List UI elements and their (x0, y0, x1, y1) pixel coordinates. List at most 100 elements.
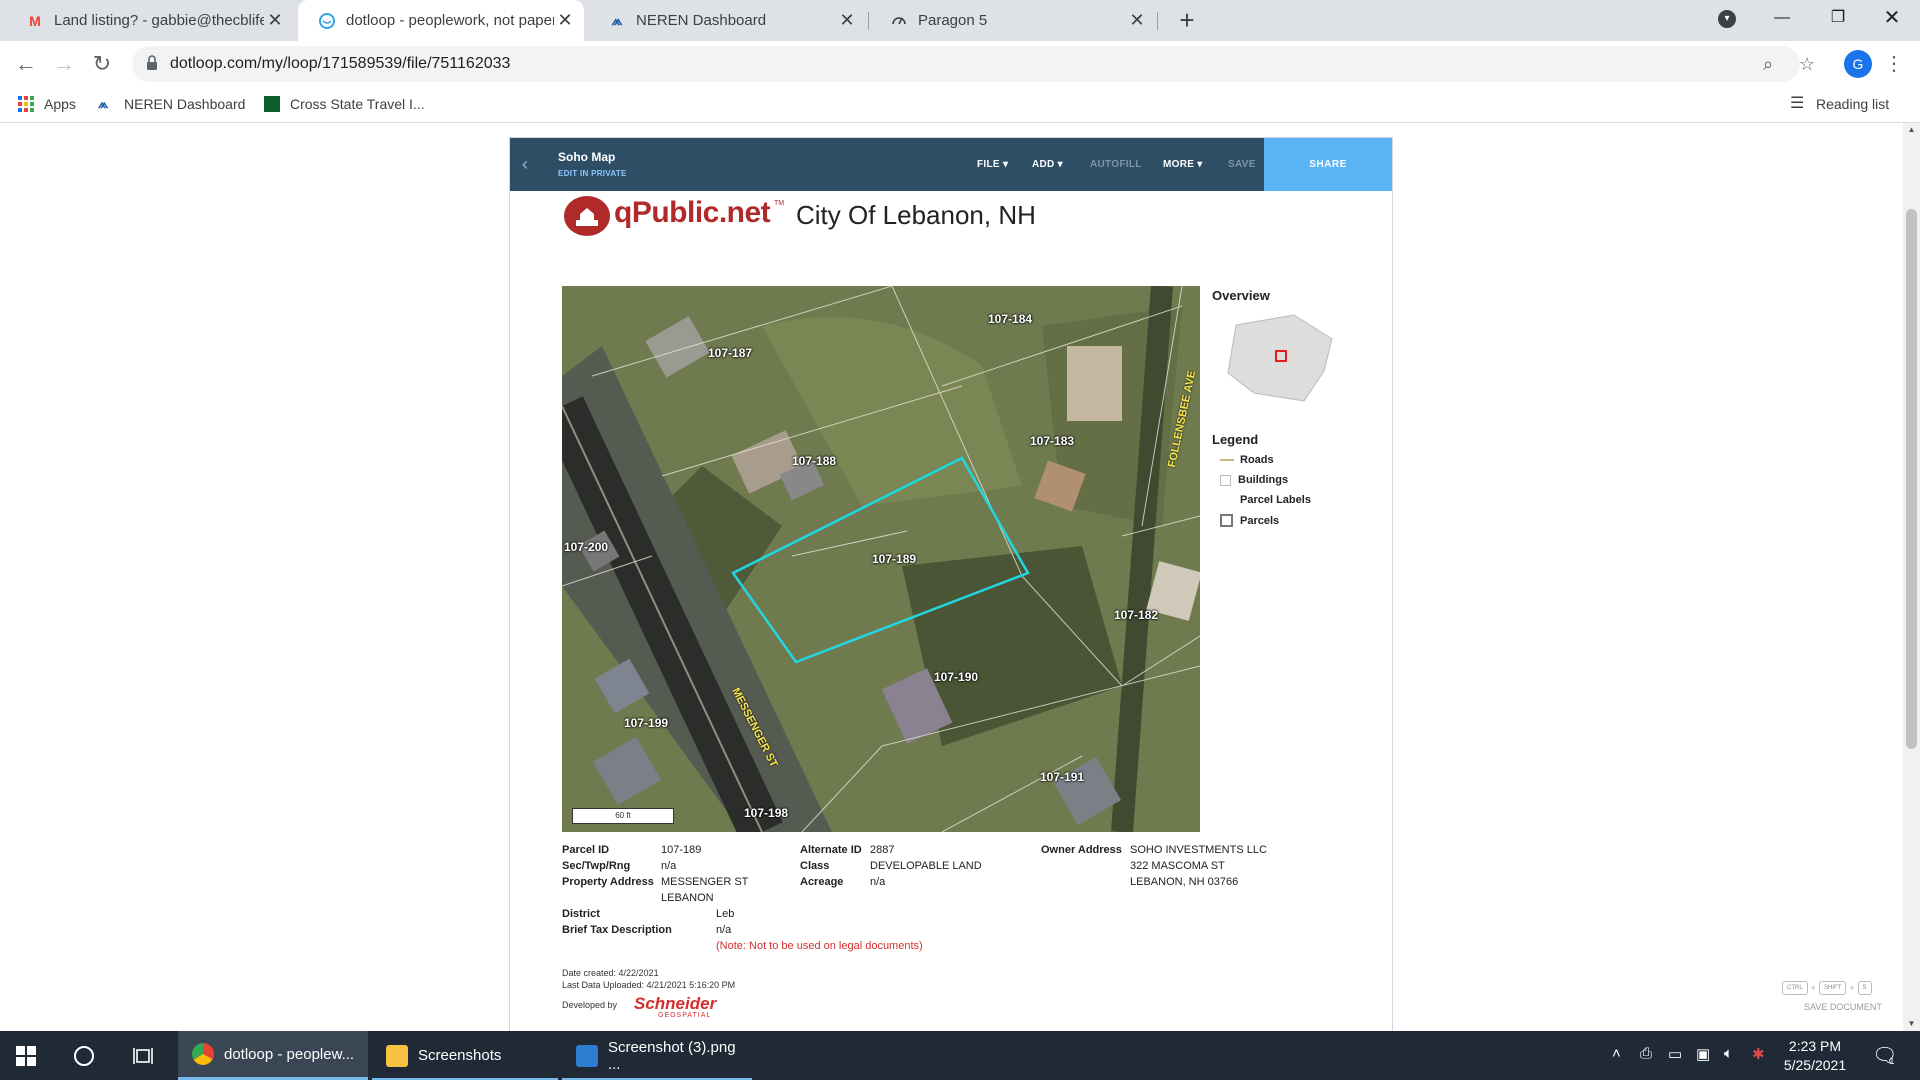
reading-list-button[interactable]: ☰ Reading list (1790, 86, 1889, 122)
profile-avatar[interactable]: G (1844, 50, 1872, 78)
buildings-swatch (1220, 474, 1231, 486)
lock-icon (147, 55, 157, 70)
taskbar-clock[interactable]: 2:23 PM 5/25/2021 (1770, 1037, 1860, 1075)
tab-neren[interactable]: ⩕ NEREN Dashboard ✕ (588, 0, 866, 41)
back-button[interactable]: ← (10, 48, 42, 80)
sec-twp-rng-value: n/a (661, 860, 677, 872)
folder-icon (386, 1044, 408, 1067)
scroll-up-icon[interactable]: ▲ (1903, 123, 1920, 137)
shortcut-key: CTRL (1782, 981, 1808, 995)
task-view-button[interactable] (132, 1031, 154, 1080)
tab-gmail[interactable]: M Land listing? - gabbie@thecblife. ✕ (6, 0, 294, 41)
bookmark-neren[interactable]: ⩕ NEREN Dashboard (98, 86, 245, 122)
bookmark-label: Cross State Travel I... (290, 96, 425, 112)
bookmark-star-icon[interactable]: ☆ (1795, 52, 1819, 76)
scrollbar-thumb[interactable] (1906, 209, 1917, 749)
browser-toolbar: ← → ↻ dotloop.com/my/loop/171589539/file… (0, 41, 1920, 86)
url-text: dotloop.com/my/loop/171589539/file/75116… (170, 55, 511, 72)
network-icon[interactable]: ▣ (1696, 1045, 1710, 1063)
taskbar-app-chrome[interactable]: dotloop - peoplew... (178, 1031, 368, 1080)
trademark-mark: TM (774, 200, 785, 207)
overview-map[interactable] (1224, 313, 1336, 405)
save-button[interactable]: SAVE (1228, 159, 1256, 170)
notification-count: 1 (1889, 1055, 1895, 1066)
gmail-icon: M (29, 12, 41, 29)
alt-info-labels: Alternate ID Class Acreage (800, 844, 862, 888)
zoom-icon[interactable]: ⌕ (1756, 52, 1780, 76)
task-view-icon (133, 1047, 153, 1064)
district-values: Leb n/a (716, 906, 734, 938)
battery-icon[interactable]: ▭ (1668, 1045, 1682, 1063)
reload-button[interactable]: ↻ (86, 48, 118, 80)
search-button[interactable] (74, 1031, 94, 1080)
legend-item-parcel-labels: Parcel Labels (1240, 494, 1311, 506)
tray-chevron-icon[interactable]: ˄ (1612, 1045, 1621, 1062)
photos-icon (576, 1044, 598, 1067)
owner-street: 322 MASCOMA ST (1130, 860, 1225, 872)
brief-tax-value: n/a (716, 924, 732, 936)
parcel-label: 107-182 (1114, 608, 1159, 622)
parcel-label: 107-187 (708, 346, 753, 360)
notification-center-button[interactable]: 🗨︎ 1 (1872, 1031, 1897, 1080)
meet-now-icon[interactable]: ⎙ (1640, 1045, 1652, 1062)
page-viewport: ‹ Soho Map EDIT IN PRIVATE FILE ▾ ADD ▾ … (0, 123, 1920, 1031)
close-icon[interactable]: ✕ (1126, 10, 1148, 31)
class-value: DEVELOPABLE LAND (870, 860, 982, 872)
address-bar[interactable]: dotloop.com/my/loop/171589539/file/75116… (132, 46, 1800, 82)
back-chevron-icon[interactable]: ‹ (522, 154, 528, 175)
forward-button[interactable]: → (48, 48, 80, 80)
tab-search-icon[interactable]: ▾ (1718, 10, 1736, 28)
close-icon[interactable]: ✕ (836, 10, 858, 31)
tab-dotloop[interactable]: dotloop - peoplework, not paper. ✕ (298, 0, 584, 41)
close-window-button[interactable]: ✕ (1864, 0, 1920, 36)
parcel-label: 107-199 (624, 716, 669, 730)
autofill-button[interactable]: AUTOFILL (1090, 159, 1142, 170)
chrome-icon (192, 1043, 214, 1065)
tab-title: NEREN Dashboard (636, 12, 767, 29)
restore-button[interactable]: ❐ (1810, 0, 1866, 36)
road-swatch (1220, 459, 1234, 461)
more-menu[interactable]: MORE ▾ (1163, 159, 1203, 170)
parcel-label: 107-198 (744, 806, 789, 820)
add-menu[interactable]: ADD ▾ (1032, 159, 1063, 170)
close-icon[interactable]: ✕ (264, 10, 286, 31)
save-shortcut-hint: CTRL + SHIFT + S (1782, 981, 1872, 995)
page-scrollbar[interactable]: ▲ ▼ (1903, 123, 1920, 1031)
parcel-label: 107-191 (1040, 770, 1085, 784)
taskbar-app-label: Screenshots (418, 1047, 502, 1064)
app-tray-icon[interactable]: ✱ (1752, 1045, 1765, 1063)
bookmark-cross-state[interactable]: Cross State Travel I... (264, 86, 425, 122)
neren-icon: ⩕ (98, 96, 109, 111)
tab-paragon[interactable]: Paragon 5 ✕ (870, 0, 1156, 41)
scale-bar: 60 ft (572, 808, 674, 824)
scroll-down-icon[interactable]: ▼ (1903, 1017, 1920, 1031)
clock-date: 5/25/2021 (1783, 1057, 1847, 1073)
windows-taskbar: dotloop - peoplew... Screenshots Screens… (0, 1031, 1920, 1080)
file-menu[interactable]: FILE ▾ (977, 159, 1008, 170)
browser-menu-icon[interactable]: ⋮ (1884, 50, 1904, 78)
shortcut-key: SHIFT (1818, 981, 1847, 995)
parcel-label: 107-190 (934, 670, 979, 684)
save-document-label: SAVE DOCUMENT (1804, 1002, 1882, 1012)
new-tab-button[interactable]: + (1172, 6, 1202, 36)
taskbar-app-explorer[interactable]: Screenshots (372, 1031, 558, 1080)
reading-list-icon: ☰ (1790, 95, 1805, 112)
parcel-map[interactable]: 107-187 107-184 107-183 107-188 107-200 … (562, 286, 1200, 832)
property-address-line1: MESSENGER ST (661, 876, 749, 888)
legend-item-parcels: Parcels (1220, 514, 1279, 527)
share-button[interactable]: SHARE (1264, 138, 1392, 191)
document-frame: ‹ Soho Map EDIT IN PRIVATE FILE ▾ ADD ▾ … (509, 137, 1393, 1031)
close-icon[interactable]: ✕ (554, 10, 576, 31)
parcel-label: 107-188 (792, 454, 837, 468)
schneider-logo-text: Schneider (634, 994, 717, 1013)
tab-strip: M Land listing? - gabbie@thecblife. ✕ do… (0, 0, 1920, 41)
cortana-circle-icon (74, 1045, 94, 1066)
bookmarks-bar: Apps ⩕ NEREN Dashboard Cross State Trave… (0, 86, 1920, 123)
start-button[interactable] (16, 1031, 36, 1080)
bookmark-apps[interactable]: Apps (18, 86, 76, 122)
minimize-button[interactable]: — (1754, 0, 1810, 36)
taskbar-app-label: dotloop - peoplew... (224, 1045, 355, 1063)
taskbar-app-photos[interactable]: Screenshot (3).png ... (562, 1031, 752, 1080)
volume-icon[interactable]: 🔈︎ (1724, 1045, 1733, 1062)
edit-mode-link[interactable]: EDIT IN PRIVATE (558, 169, 627, 178)
